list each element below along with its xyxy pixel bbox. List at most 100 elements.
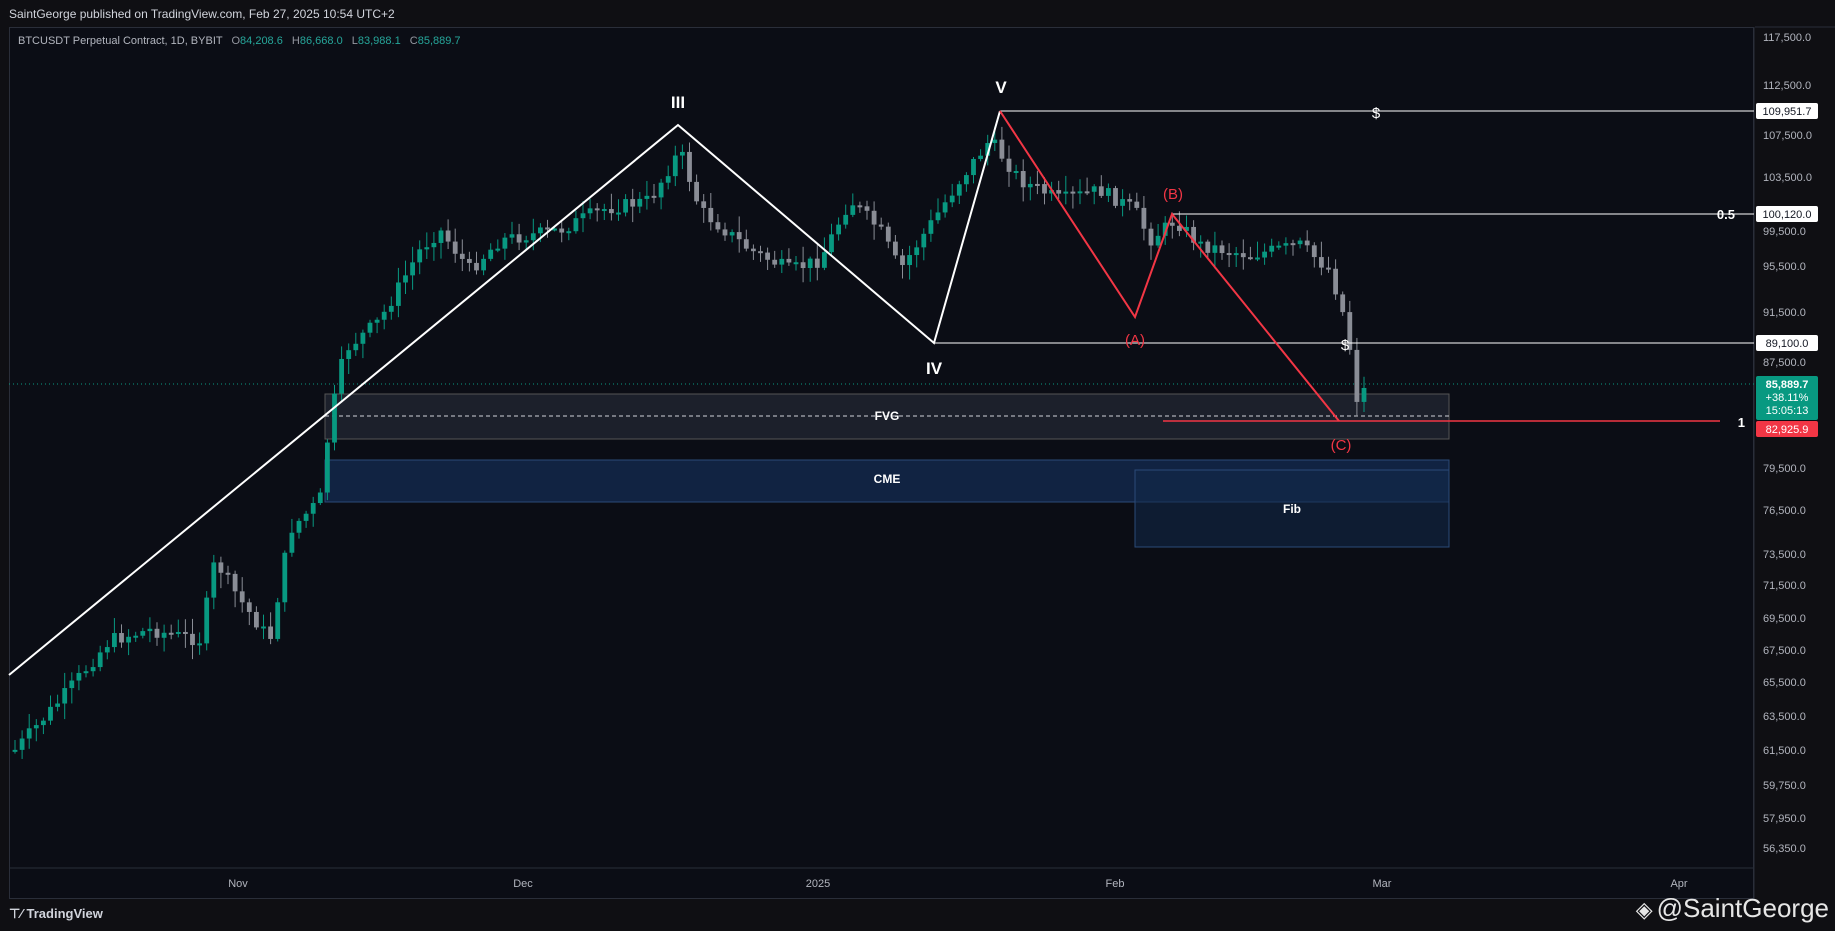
candle-body [190, 633, 195, 646]
candle-body [410, 262, 415, 276]
candle-body [367, 322, 373, 333]
candle-body [76, 672, 82, 681]
candle-body [467, 258, 472, 263]
candle-body [758, 251, 763, 254]
candle-body [1361, 387, 1367, 402]
candle-body [97, 652, 103, 668]
candle-body [197, 643, 202, 646]
symbol-legend: BTCUSDT Perpetual Contract, 1D, BYBIT O8… [18, 35, 461, 47]
candle-body [772, 259, 778, 265]
candle-body [523, 240, 529, 243]
time-tick-label: 2025 [806, 878, 830, 890]
author-watermark: ◈ @SaintGeorge [1636, 893, 1829, 924]
candle-body [914, 247, 920, 256]
candle-body [694, 181, 699, 202]
price-tick-label: 73,500.0 [1763, 549, 1806, 561]
candle-body [296, 520, 302, 533]
candle-body [658, 182, 664, 198]
price-tick-label: 95,500.0 [1763, 261, 1806, 273]
candle-body [601, 209, 607, 212]
candle-body [275, 602, 281, 639]
candle-body [374, 319, 380, 323]
candle-body [616, 212, 621, 215]
candle-body [431, 242, 437, 248]
time-tick-label: Nov [228, 878, 248, 890]
candle-body [1042, 184, 1047, 194]
tradingview-brand: TradingView [26, 906, 103, 921]
candle-body [857, 205, 863, 208]
price-tick-label: 99,500.0 [1763, 226, 1806, 238]
candle-body [445, 230, 451, 242]
candle-body [168, 632, 174, 635]
candle-body [623, 199, 628, 213]
candle-body [672, 155, 678, 177]
candle-body [126, 636, 131, 643]
candle-body [254, 611, 259, 628]
candle-body [1134, 201, 1140, 208]
candle-body [907, 255, 912, 266]
price-tick-label: 71,500.0 [1763, 580, 1806, 592]
price-tick-label: 57,950.0 [1763, 813, 1806, 825]
candle-body [1106, 188, 1111, 196]
candle-body [978, 155, 983, 159]
candle-body [1169, 222, 1175, 226]
time-tick-label: Feb [1106, 878, 1125, 890]
candle-body [743, 239, 749, 249]
candle-body [154, 628, 160, 638]
candle-body [1340, 294, 1346, 313]
candle-body [33, 725, 39, 729]
price-tag-level: 89,100.0 [1766, 338, 1809, 350]
candle-body [41, 720, 46, 726]
tradingview-logo[interactable]: ⊤⁄ TradingView [9, 906, 103, 922]
fvg-label: FVG [875, 409, 900, 423]
candle-body [893, 241, 898, 256]
candle-body [964, 175, 969, 185]
candle-body [509, 234, 515, 238]
candle-body [1127, 199, 1133, 202]
candle-body [545, 227, 550, 230]
price-tick-label: 56,350.0 [1763, 843, 1806, 855]
wave-label-iii: III [671, 93, 685, 112]
candle-body [843, 214, 849, 225]
candle-body [1311, 245, 1317, 258]
candle-body [1098, 186, 1104, 196]
candle-body [1262, 251, 1267, 258]
time-tick-label: Dec [513, 878, 533, 890]
candle-body [630, 199, 636, 207]
high-value: 86,668.0 [299, 35, 343, 47]
candle-body [488, 249, 494, 259]
cme-label: CME [874, 472, 901, 486]
candle-body [1141, 207, 1147, 229]
candle-body [992, 139, 998, 144]
price-tick-label: 59,750.0 [1763, 780, 1806, 792]
candle-body [353, 343, 359, 351]
candle-body [1333, 268, 1338, 295]
candle-body [1070, 191, 1076, 194]
price-tag-countdown: 15:05:13 [1766, 405, 1809, 417]
fib-label: Fib [1283, 502, 1301, 516]
wave-label-a: (A) [1125, 332, 1145, 349]
dollar-marker: $ [1341, 337, 1350, 354]
correction-wave-line [999, 110, 1340, 422]
candle-body [396, 282, 401, 306]
candle-body [339, 358, 344, 394]
price-tick-label: 76,500.0 [1763, 505, 1806, 517]
footer-bar [0, 900, 1835, 931]
time-tick-label: Apr [1670, 878, 1687, 890]
candle-body [104, 647, 110, 653]
close-label: C [409, 35, 418, 47]
candle-body [452, 241, 458, 254]
price-tag-level: 100,120.0 [1763, 209, 1812, 221]
candle-body [587, 208, 593, 214]
wave-label-c: (C) [1331, 437, 1352, 454]
candle-body [417, 249, 423, 263]
price-chart[interactable]: 117,500.0 112,500.0 107,500.0 103,500.0 99,5… [0, 0, 1835, 931]
candle-body [325, 442, 330, 493]
candle-body [246, 602, 252, 612]
candle-body [1233, 253, 1239, 256]
candle-body [1212, 245, 1218, 253]
impulse-wave-line [8, 110, 1001, 676]
candle-body [715, 222, 721, 230]
candle-body [928, 220, 934, 234]
candle-body [793, 262, 799, 265]
